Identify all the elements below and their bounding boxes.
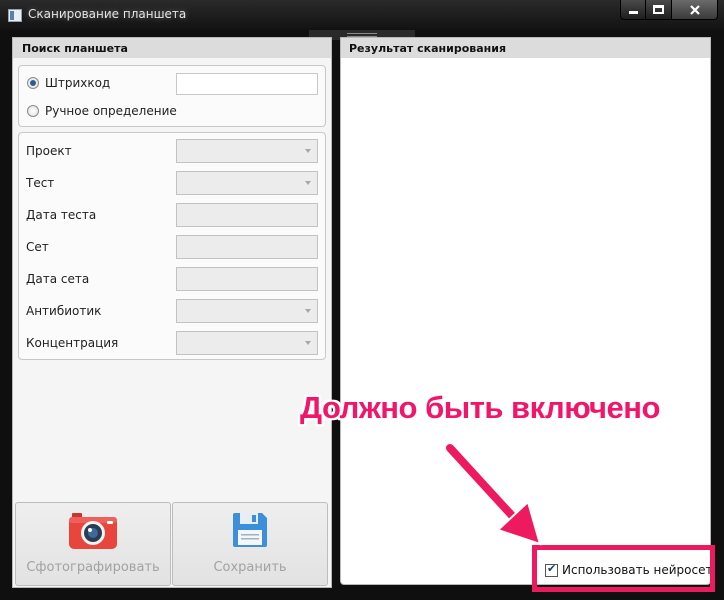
maximize-icon xyxy=(653,5,664,14)
tablet-fields-group: Проект Тест Дата теста Сет Дата сета Ант… xyxy=(18,132,326,360)
radio-barcode-indicator[interactable] xyxy=(27,77,39,89)
field-concentration-label: Концентрация xyxy=(26,336,119,350)
save-button[interactable]: Сохранить xyxy=(172,502,328,586)
set-input[interactable] xyxy=(176,235,318,259)
field-set-label: Сет xyxy=(26,240,49,254)
radio-barcode[interactable]: Штрихкод xyxy=(27,76,110,90)
tablet-search-header: Поиск планшета xyxy=(13,38,331,58)
take-photo-label: Сфотографировать xyxy=(26,560,160,575)
radio-manual[interactable]: Ручное определение xyxy=(27,104,177,118)
maximize-button[interactable] xyxy=(646,0,672,20)
annotation-text: Должно быть включено xyxy=(300,390,660,425)
search-mode-group: Штрихкод Ручное определение xyxy=(18,65,326,127)
app-window: Сканирование планшета Поиск планшета Штр… xyxy=(0,0,724,600)
close-icon xyxy=(689,4,700,15)
project-dropdown[interactable] xyxy=(176,139,318,163)
field-concentration: Концентрация xyxy=(19,331,325,355)
chevron-down-icon xyxy=(305,309,311,313)
take-photo-button[interactable]: Сфотографировать xyxy=(15,502,171,586)
concentration-dropdown[interactable] xyxy=(176,331,318,355)
field-antibiotic-label: Антибиотик xyxy=(26,304,102,318)
minimize-button[interactable] xyxy=(620,0,646,20)
chevron-down-icon xyxy=(305,341,311,345)
field-project-label: Проект xyxy=(26,144,72,158)
window-controls xyxy=(620,0,718,20)
title-bar[interactable]: Сканирование планшета xyxy=(0,0,724,30)
radio-barcode-label: Штрихкод xyxy=(45,76,111,90)
field-test-date-label: Дата теста xyxy=(26,208,97,222)
chevron-down-icon xyxy=(305,149,311,153)
field-test: Тест xyxy=(19,171,325,195)
barcode-input[interactable] xyxy=(176,73,318,95)
test-dropdown[interactable] xyxy=(176,171,318,195)
chevron-down-icon xyxy=(305,181,311,185)
window-app-icon xyxy=(8,9,22,22)
field-set-date: Дата сета xyxy=(19,267,325,291)
minimize-icon xyxy=(628,10,638,14)
annotation-arrow-icon xyxy=(444,442,542,546)
test-date-input[interactable] xyxy=(176,203,318,227)
field-antibiotic: Антибиотик xyxy=(19,299,325,323)
annotation-highlight-box xyxy=(532,545,715,592)
set-date-input[interactable] xyxy=(176,267,318,291)
field-set-date-label: Дата сета xyxy=(26,272,90,286)
close-button[interactable] xyxy=(672,0,718,20)
field-set: Сет xyxy=(19,235,325,259)
floppy-disk-icon xyxy=(233,513,267,547)
field-test-label: Тест xyxy=(26,176,55,190)
window-title: Сканирование планшета xyxy=(28,7,187,21)
tablet-search-panel: Поиск планшета Штрихкод Ручное определен… xyxy=(12,37,332,588)
antibiotic-dropdown[interactable] xyxy=(176,299,318,323)
save-label: Сохранить xyxy=(213,560,287,575)
camera-icon xyxy=(69,513,117,549)
field-test-date: Дата теста xyxy=(19,203,325,227)
radio-manual-label: Ручное определение xyxy=(45,104,177,118)
scan-result-header: Результат сканирования xyxy=(341,38,710,58)
field-project: Проект xyxy=(19,139,325,163)
radio-manual-indicator[interactable] xyxy=(27,105,39,117)
